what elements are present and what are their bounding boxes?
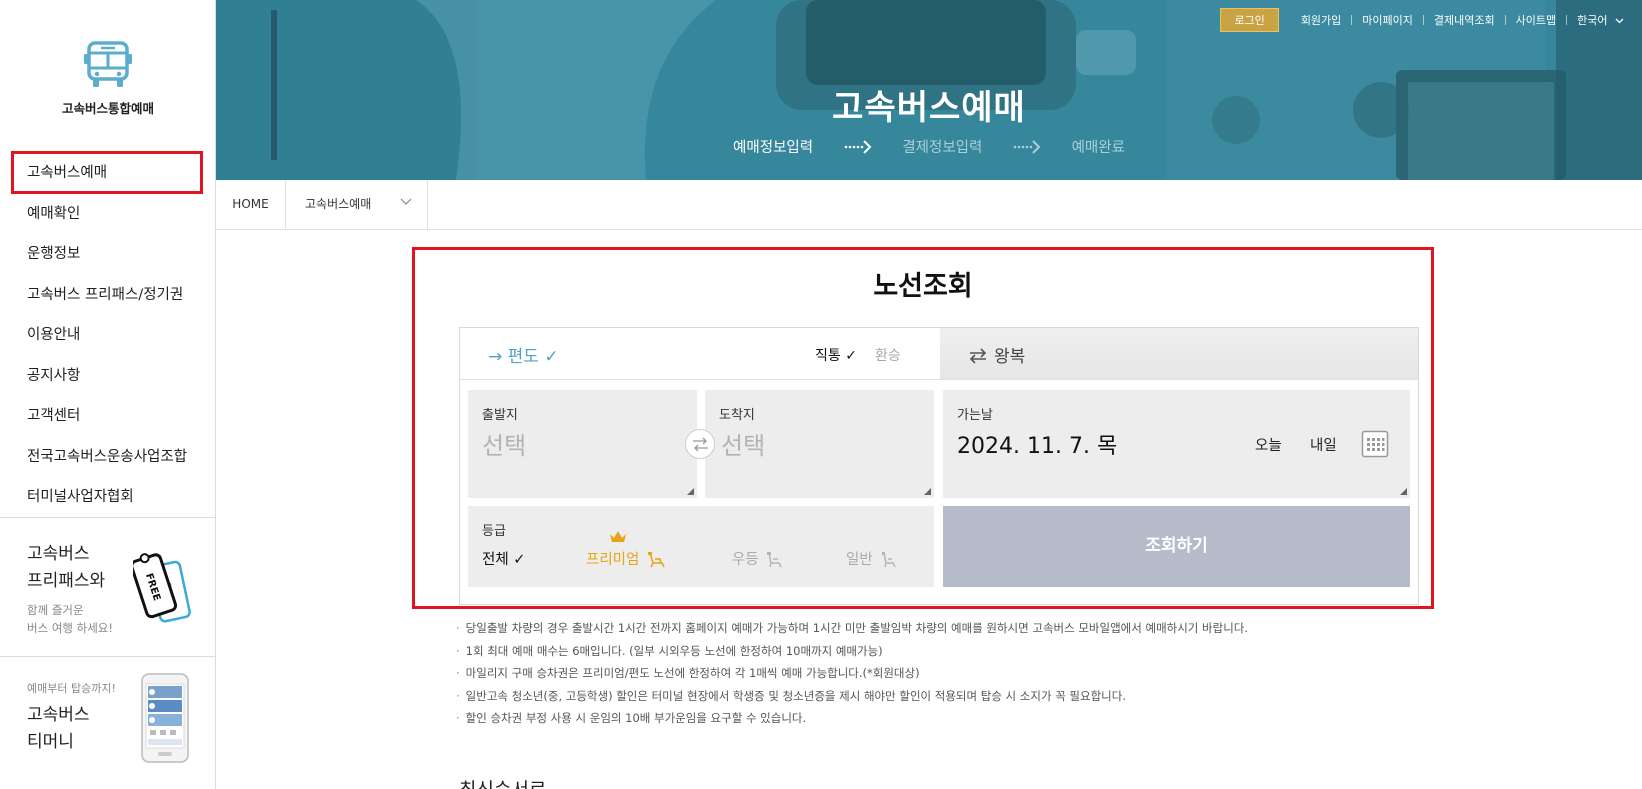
notice-item: 할인 승차권 부정 사용 시 운임의 10배 부가운임을 요구할 수 있습니다. (456, 707, 1356, 730)
roundtrip-text: 왕복 (994, 347, 1026, 367)
hero-banner: 로그인 회원가입 마이페이지 결제내역조회 사이트맵 한국어 고속버스예매 예매… (216, 0, 1642, 180)
booking-steps: 예매정보입력 결제정보입력 예매완료 (216, 136, 1642, 157)
sidebar-item-guide[interactable]: 이용안내 (0, 315, 216, 356)
grade-option-all[interactable]: 전체 ✓ (482, 548, 525, 569)
sidebar-divider (0, 656, 216, 657)
swap-stations-button[interactable] (685, 429, 715, 459)
sitemap-link[interactable]: 사이트맵 (1506, 12, 1566, 28)
date-label: 가는날 (957, 408, 993, 423)
departure-label: 출발지 (482, 408, 518, 423)
top-navigation: 로그인 회원가입 마이페이지 결제내역조회 사이트맵 한국어 (1220, 8, 1624, 32)
language-label: 한국어 (1577, 14, 1608, 27)
bus-logo-icon (84, 41, 132, 87)
swap-icon (693, 437, 708, 452)
grade-normal-label: 일반 (846, 552, 873, 568)
oneway-label: → 편도 ✓ (488, 347, 559, 367)
page-title: 고속버스예매 (832, 88, 1026, 128)
route-search-section: 노선조회 → 편도 ✓ 직통 ✓ 환승 왕복 출발지 선택 도착지 선택 가는날… (412, 247, 1434, 609)
breadcrumb-current-dropdown[interactable]: 고속버스예매 (286, 180, 428, 229)
grade-option-normal[interactable]: 일반 (846, 548, 898, 569)
tab-oneway[interactable]: → 편도 ✓ 직통 ✓ 환승 (460, 328, 940, 379)
step-booking-complete: 예매완료 (1071, 140, 1125, 156)
date-value: 2024. 11. 7. 목 (957, 434, 1118, 459)
corner-marker (687, 488, 694, 495)
arrival-label: 도착지 (719, 408, 755, 423)
bus-grade-field: 등급 전체 ✓ 프리미엄 우등 일반 (468, 506, 934, 587)
notice-item: 마일리지 구매 승차권은 프리미엄/편도 노선에 한정하여 각 1매씩 예매 가… (456, 662, 1356, 685)
step-arrow-icon (1013, 139, 1041, 154)
notice-item: 당일출발 차량의 경우 출발시간 1시간 전까지 홈페이지 예매가 가능하며 1… (456, 617, 1356, 640)
site-logo[interactable]: 고속버스통합예매 (0, 40, 216, 117)
grade-premium-label: 프리미엄 (586, 552, 640, 568)
chevron-down-icon (400, 198, 412, 205)
premium-seat-icon (647, 552, 665, 568)
sidebar-nav: 고속버스예매 예매확인 운행정보 고속버스 프리패스/정기권 이용안내 공지사항… (0, 153, 216, 518)
sidebar-item-customer-center[interactable]: 고객센터 (0, 396, 216, 437)
step-booking-info: 예매정보입력 (733, 140, 814, 156)
sidebar-item-bus-association[interactable]: 전국고속버스운송사업조합 (0, 437, 216, 478)
corner-marker (1400, 488, 1407, 495)
normal-seat-icon (882, 552, 896, 568)
tomorrow-button[interactable]: 내일 (1310, 434, 1337, 455)
breadcrumb-home[interactable]: HOME (216, 180, 286, 229)
recent-section-title: 최신순서로 (459, 775, 546, 789)
route-search-title: 노선조회 (873, 271, 973, 302)
grade-option-excellent[interactable]: 우등 (732, 548, 784, 569)
tab-roundtrip[interactable]: 왕복 (940, 328, 1418, 379)
departure-placeholder: 선택 (482, 432, 527, 460)
tmoney-promo-banner[interactable]: 예매부터 탑승까지! 고속버스 티머니 (27, 673, 207, 780)
sidebar-item-terminal-association[interactable]: 터미널사업자협회 (0, 477, 216, 518)
calendar-icon[interactable] (1361, 430, 1389, 458)
search-button[interactable]: 조회하기 (943, 506, 1410, 587)
notice-item: 일반고속 청소년(중, 고등학생) 할인은 터미널 현장에서 학생증 및 청소년… (456, 685, 1356, 708)
language-selector[interactable]: 한국어 (1567, 12, 1624, 28)
freepass-ticket-icon: FREE FREE (133, 553, 191, 623)
notice-item: 1회 최대 예매 매수는 6매입니다. (일부 시외우등 노선에 한정하여 10… (456, 640, 1356, 663)
grade-label: 등급 (482, 524, 506, 539)
grade-option-premium[interactable]: 프리미엄 (586, 548, 667, 569)
smartphone-app-icon (141, 673, 189, 763)
roundtrip-arrows-icon (969, 348, 987, 364)
sidebar-item-notices[interactable]: 공지사항 (0, 356, 216, 397)
sidebar-item-express-bus-booking[interactable]: 고속버스예매 (0, 153, 216, 194)
step-arrow-icon (844, 139, 872, 154)
breadcrumb-current-label: 고속버스예매 (305, 197, 372, 211)
booking-notices: 당일출발 차량의 경우 출발시간 1시간 전까지 홈페이지 예매가 가능하며 1… (456, 617, 1356, 730)
trip-type-bar: → 편도 ✓ 직통 ✓ 환승 왕복 (460, 328, 1418, 380)
chevron-down-icon (1615, 18, 1624, 24)
sidebar-item-booking-check[interactable]: 예매확인 (0, 194, 216, 235)
arrival-field[interactable]: 도착지 선택 (705, 390, 934, 498)
mypage-link[interactable]: 마이페이지 (1352, 12, 1423, 28)
logo-text: 고속버스통합예매 (61, 101, 154, 116)
transfer-option[interactable]: 환승 (875, 345, 901, 365)
payment-history-link[interactable]: 결제내역조회 (1424, 12, 1505, 28)
today-button[interactable]: 오늘 (1255, 434, 1282, 455)
roundtrip-label: 왕복 (968, 342, 1025, 367)
sidebar-item-freepass[interactable]: 고속버스 프리패스/정기권 (0, 275, 216, 316)
grade-excellent-label: 우등 (732, 552, 759, 568)
join-link[interactable]: 회원가입 (1291, 12, 1351, 28)
arrival-placeholder: 선택 (721, 432, 766, 460)
sidebar: 고속버스통합예매 고속버스예매 예매확인 운행정보 고속버스 프리패스/정기권 … (0, 0, 216, 789)
departure-date-field[interactable]: 가는날 2024. 11. 7. 목 오늘 내일 (943, 390, 1410, 498)
corner-marker (924, 488, 931, 495)
login-button[interactable]: 로그인 (1220, 8, 1279, 32)
sidebar-item-service-info[interactable]: 운행정보 (0, 234, 216, 275)
crown-icon (610, 531, 626, 542)
breadcrumb: HOME 고속버스예매 (216, 180, 1642, 230)
route-search-form: → 편도 ✓ 직통 ✓ 환승 왕복 출발지 선택 도착지 선택 가는날 2024… (459, 327, 1419, 605)
sidebar-divider (0, 517, 216, 518)
freepass-promo-banner[interactable]: 고속버스 프리패스와 함께 즐거운 버스 여행 하세요! FREE FREE (27, 541, 207, 641)
excellent-seat-icon (767, 552, 782, 568)
direct-option[interactable]: 직통 ✓ (815, 345, 857, 365)
app: 고속버스통합예매 고속버스예매 예매확인 운행정보 고속버스 프리패스/정기권 … (0, 0, 1642, 789)
departure-field[interactable]: 출발지 선택 (468, 390, 697, 498)
step-payment-info: 결제정보입력 (902, 140, 983, 156)
